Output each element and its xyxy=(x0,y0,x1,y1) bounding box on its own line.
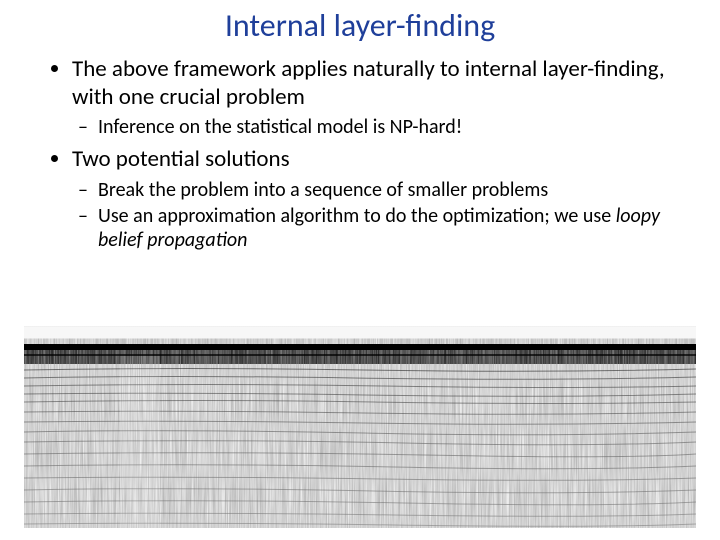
bullet-1: The above framework applies naturally to… xyxy=(72,55,686,139)
sub-list-1: Inference on the statistical model is NP… xyxy=(72,115,686,139)
bullet-2-2a: Use an approximation algorithm to do the… xyxy=(98,204,616,228)
echogram-figure xyxy=(24,326,696,528)
bullet-1-text: The above framework applies naturally to… xyxy=(72,55,665,111)
slide: Internal layer-finding The above framewo… xyxy=(0,0,720,540)
sub-list-2: Break the problem into a sequence of sma… xyxy=(72,178,686,253)
bullet-1-1: Inference on the statistical model is NP… xyxy=(98,115,686,139)
bullet-list: The above framework applies naturally to… xyxy=(50,55,686,253)
slide-body: The above framework applies naturally to… xyxy=(0,55,720,253)
slide-title: Internal layer-finding xyxy=(0,0,720,49)
bullet-2-1: Break the problem into a sequence of sma… xyxy=(98,178,686,202)
bullet-2: Two potential solutions Break the proble… xyxy=(72,145,686,252)
echogram-svg xyxy=(24,326,696,528)
bullet-2-2: Use an approximation algorithm to do the… xyxy=(98,204,686,253)
bullet-2-text: Two potential solutions xyxy=(72,145,290,173)
